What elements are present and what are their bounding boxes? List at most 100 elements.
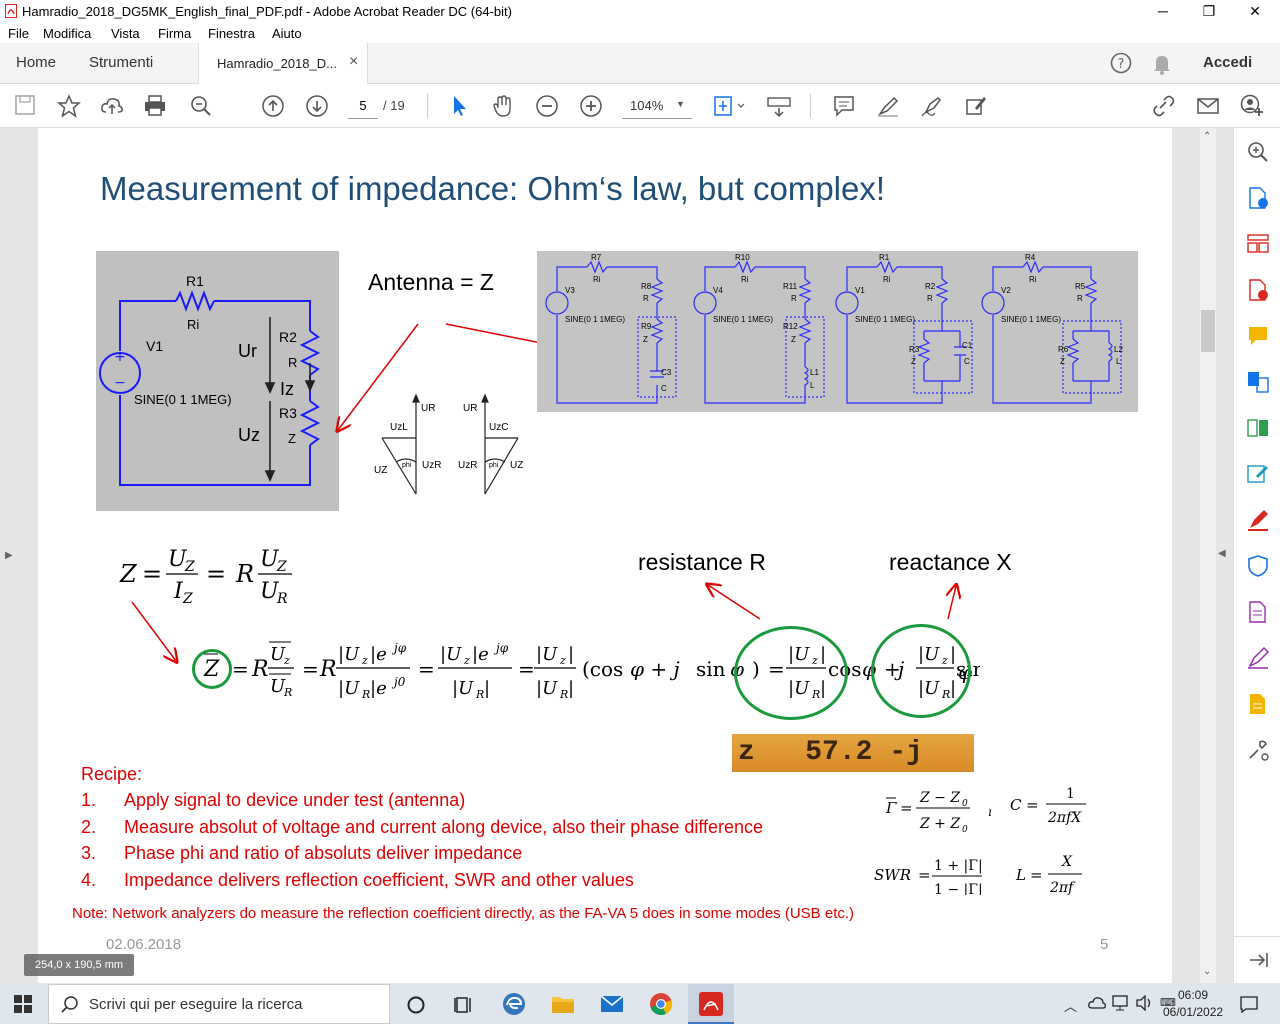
task-view-icon[interactable]	[454, 995, 474, 1020]
organize-pages-icon[interactable]	[1246, 232, 1270, 256]
star-icon[interactable]	[57, 94, 81, 118]
hand-tool-icon[interactable]	[491, 94, 515, 118]
upload-cloud-icon[interactable]	[100, 94, 124, 118]
email-icon[interactable]	[1196, 94, 1220, 118]
slide-page-number: 5	[1100, 936, 1109, 953]
schematic-label: Z	[1060, 357, 1065, 366]
svg-text:Z: Z	[184, 559, 195, 575]
comment-tool-icon[interactable]	[1246, 324, 1270, 348]
tab-home[interactable]: Home	[16, 43, 56, 83]
menu-vista[interactable]: Vista	[111, 26, 140, 41]
chevron-down-icon: ▼	[676, 99, 685, 109]
request-signature-icon[interactable]	[1246, 646, 1270, 670]
minimize-button[interactable]: ─	[1140, 0, 1186, 23]
menu-firma[interactable]: Firma	[158, 26, 191, 41]
highlight-pen-icon[interactable]	[876, 94, 900, 118]
share-link-icon[interactable]	[1152, 94, 1176, 118]
scroll-down-arrow-icon[interactable]: ⌄	[1203, 966, 1211, 977]
send-review-icon[interactable]	[1246, 692, 1270, 716]
scrollbar-thumb[interactable]	[1201, 310, 1215, 352]
onedrive-cloud-icon[interactable]	[1088, 996, 1106, 1015]
bell-icon[interactable]	[1152, 53, 1172, 80]
combine-files-icon[interactable]	[1246, 370, 1270, 394]
tab-close-button[interactable]: ×	[349, 53, 358, 71]
next-page-icon[interactable]	[305, 94, 329, 118]
zoom-tool-icon[interactable]	[1246, 140, 1270, 164]
schematic-label: L	[810, 381, 815, 390]
recipe-step: Measure absolut of voltage and current a…	[124, 817, 764, 837]
fill-sign-icon[interactable]	[964, 94, 988, 118]
svg-text:0: 0	[962, 825, 968, 835]
sign-pen-icon[interactable]	[920, 94, 944, 118]
svg-text:Z: Z	[119, 560, 138, 588]
tab-bar: Home Strumenti Hamradio_2018_D... × ? Ac…	[0, 43, 1280, 84]
vertical-scrollbar[interactable]: ⌃ ⌄	[1200, 128, 1216, 983]
cortana-icon[interactable]	[406, 995, 426, 1020]
svg-text:ı: ı	[988, 805, 992, 819]
network-icon[interactable]	[1112, 995, 1130, 1016]
mail-icon[interactable]	[600, 992, 624, 1021]
schematic-label: Z	[791, 335, 796, 344]
svg-text:R: R	[276, 591, 288, 607]
schematic-label: R1	[879, 253, 890, 262]
tab-tools[interactable]: Strumenti	[89, 43, 153, 83]
menu-modifica[interactable]: Modifica	[43, 26, 91, 41]
slide-date: 02.06.2018	[106, 936, 182, 953]
notification-center-icon[interactable]	[1240, 995, 1258, 1018]
svg-text:|U: |U	[536, 678, 558, 699]
save-icon[interactable]	[13, 94, 37, 118]
add-user-icon[interactable]	[1240, 94, 1264, 118]
zoom-out-icon[interactable]	[535, 94, 559, 118]
close-window-button[interactable]: ✕	[1232, 0, 1278, 23]
edit-pdf-icon[interactable]	[1246, 462, 1270, 486]
zoom-in-icon[interactable]	[579, 94, 603, 118]
svg-text:Z: Z	[276, 559, 287, 575]
schematic-parallel-c: R1 Ri V1 SINE(0 1 1MEG) R2 R R3 Z C1 C	[827, 251, 973, 412]
file-explorer-icon[interactable]	[551, 992, 575, 1021]
scroll-up-arrow-icon[interactable]: ⌃	[1203, 131, 1211, 142]
comment-icon[interactable]	[832, 94, 856, 118]
left-panel-toggle-icon[interactable]: ▶	[5, 550, 13, 561]
help-icon[interactable]: ?	[1110, 52, 1132, 79]
clock-date[interactable]: 06/01/2022	[1163, 1005, 1223, 1019]
menu-finestra[interactable]: Finestra	[208, 26, 255, 41]
collapse-panel-icon[interactable]	[1246, 948, 1270, 972]
volume-icon[interactable]	[1136, 994, 1154, 1016]
compare-files-icon[interactable]	[1246, 416, 1270, 440]
sign-in-button[interactable]: Accedi	[1203, 54, 1252, 71]
previous-page-icon[interactable]	[261, 94, 285, 118]
tab-document[interactable]: Hamradio_2018_D... ×	[198, 43, 368, 84]
schematic-label: Ri	[593, 275, 601, 284]
right-panel-collapse-icon[interactable]: ◀	[1218, 548, 1226, 559]
menu-file[interactable]: File	[8, 26, 29, 41]
taskbar-search-box[interactable]: Scrivi qui per eseguire la ricerca	[48, 984, 390, 1024]
zoom-select[interactable]: 104% ▼	[622, 94, 692, 119]
phasor-left-uz: UZ	[374, 465, 388, 476]
protect-shield-icon[interactable]	[1246, 554, 1270, 578]
restore-button[interactable]: ❐	[1186, 0, 1232, 23]
windows-start-icon[interactable]	[14, 995, 32, 1018]
phasor-right-uz: UZ	[510, 460, 524, 471]
schematic-label: R9	[641, 322, 652, 331]
menu-aiuto[interactable]: Aiuto	[272, 26, 302, 41]
more-tools-icon[interactable]	[1246, 738, 1270, 762]
z-vector-circle	[192, 649, 232, 689]
chrome-icon[interactable]	[649, 992, 673, 1021]
export-document-icon[interactable]	[1246, 600, 1270, 624]
acrobat-taskbar-button[interactable]	[688, 984, 734, 1024]
keyboard-scroll-icon[interactable]	[767, 94, 791, 118]
clock-time[interactable]: 06:09	[1178, 988, 1208, 1002]
edge-browser-icon[interactable]	[502, 992, 526, 1021]
fit-page-icon[interactable]	[712, 94, 746, 118]
svg-text:R: R	[559, 688, 568, 701]
fill-sign-tool-icon[interactable]	[1246, 508, 1270, 532]
system-tray-chevron-icon[interactable]: ︿	[1064, 996, 1077, 1015]
export-pdf-icon[interactable]	[1246, 186, 1270, 210]
select-pointer-icon[interactable]	[447, 94, 471, 118]
page-number-input[interactable]: 5	[348, 94, 378, 119]
svg-text:2πfX: 2πfX	[1047, 810, 1082, 826]
zoom-search-icon[interactable]	[189, 94, 213, 118]
create-pdf-icon[interactable]	[1246, 278, 1270, 302]
schematic-label: Ri	[883, 275, 891, 284]
print-icon[interactable]	[143, 94, 167, 118]
